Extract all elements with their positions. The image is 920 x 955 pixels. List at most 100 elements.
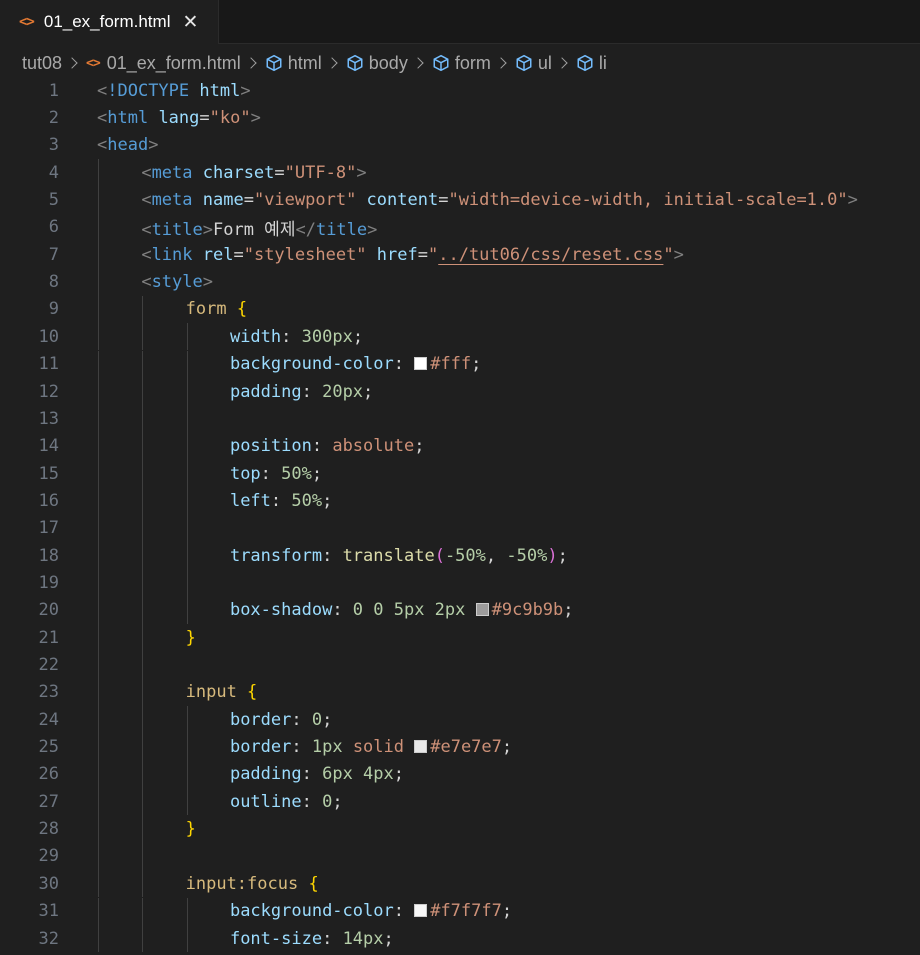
- color-swatch[interactable]: [414, 357, 428, 371]
- code-text: box-shadow: 0 0 5px 2px #9c9b9b;: [229, 600, 574, 621]
- code-line[interactable]: 32 font-size: 14px;: [0, 924, 920, 953]
- code-text: <style>: [141, 272, 213, 293]
- breadcrumb-label: ul: [537, 52, 552, 73]
- code-line[interactable]: 29: [0, 842, 920, 871]
- indent-guide: [98, 487, 99, 515]
- line-number: 9: [48, 299, 59, 320]
- indent-guide: [142, 569, 144, 597]
- indent-guide: [98, 432, 99, 460]
- indent-guide: [142, 405, 144, 433]
- indent-guide: [186, 541, 188, 570]
- line-number: 21: [38, 627, 59, 648]
- tab-bar: <> 01_ex_form.html ✕: [0, 0, 920, 44]
- element-cube-icon: [432, 54, 450, 72]
- code-text: top: 50%;: [229, 463, 323, 484]
- code-line[interactable]: 22: [0, 651, 920, 679]
- code-text: <link rel="stylesheet" href="../tut06/cs…: [141, 244, 684, 265]
- breadcrumb-item-form[interactable]: form: [432, 53, 491, 74]
- code-line[interactable]: 17: [0, 514, 920, 542]
- indent-guide: [98, 159, 99, 187]
- breadcrumb-item-tut08[interactable]: tut08: [22, 53, 62, 74]
- code-line[interactable]: 9 form {: [0, 295, 920, 324]
- chevron-right-icon: [412, 57, 424, 69]
- code-line[interactable]: 2 <html lang="ko">: [0, 104, 920, 131]
- line-number: 6: [48, 217, 59, 238]
- indent-guide: [186, 569, 188, 597]
- line-number: 2: [48, 108, 59, 129]
- breadcrumb-item-html[interactable]: html: [265, 53, 322, 74]
- indent-guide: [98, 295, 99, 324]
- code-line[interactable]: 27 outline: 0;: [0, 788, 920, 816]
- line-number: 8: [48, 272, 59, 293]
- code-line[interactable]: 15 top: 50%;: [0, 459, 920, 488]
- indent-guide: [142, 624, 144, 652]
- indent-guide: [142, 842, 144, 871]
- indent-guide: [98, 651, 99, 679]
- code-line[interactable]: 6 <title>Form 예제</title>: [0, 213, 920, 242]
- breadcrumb-item-li[interactable]: li: [576, 53, 607, 74]
- line-number: 26: [38, 764, 59, 785]
- code-line[interactable]: 5 <meta name="viewport" content="width=de…: [0, 186, 920, 214]
- indent-guide: [98, 760, 99, 789]
- code-editor[interactable]: 1 <!DOCTYPE html> 2 <html lang="ko"> 3 <head>…: [0, 77, 920, 955]
- indent-guide: [98, 541, 99, 570]
- code-line[interactable]: 7 <link rel="stylesheet" href="../tut06/c…: [0, 241, 920, 269]
- code-line[interactable]: 30 input:focus {: [0, 870, 920, 898]
- indent-guide: [186, 432, 188, 460]
- indent-guide: [98, 815, 99, 843]
- tab-label: 01_ex_form.html: [43, 12, 171, 31]
- indent-guide: [142, 788, 144, 816]
- code-text: <html lang="ko">: [97, 108, 261, 129]
- code-line[interactable]: 4 <meta charset="UTF-8">: [0, 159, 920, 187]
- code-line[interactable]: 25 border: 1px solid #e7e7e7;: [0, 733, 920, 761]
- color-swatch[interactable]: [475, 603, 489, 617]
- code-line[interactable]: 23 input {: [0, 678, 920, 707]
- breadcrumb-item-01-ex-form-html[interactable]: <> 01_ex_form.html: [86, 53, 241, 74]
- line-number: 1: [48, 80, 59, 101]
- line-number: 14: [38, 436, 59, 457]
- code-line[interactable]: 20 box-shadow: 0 0 5px 2px #9c9b9b;: [0, 596, 920, 624]
- code-line[interactable]: 10 width: 300px;: [0, 323, 920, 351]
- code-line[interactable]: 21}: [0, 624, 920, 652]
- code-line[interactable]: 8 <style>: [0, 268, 920, 296]
- breadcrumb: tut08 <> 01_ex_form.html html body form ul li: [22, 50, 607, 76]
- code-line[interactable]: 28}: [0, 815, 920, 843]
- code-line[interactable]: 13: [0, 405, 920, 433]
- code-text: }: [185, 819, 196, 840]
- indent-guide: [142, 760, 144, 789]
- code-line[interactable]: 16 left: 50%;: [0, 487, 920, 515]
- line-number: 23: [38, 682, 59, 703]
- code-line[interactable]: 3 <head>: [0, 132, 920, 159]
- close-icon[interactable]: ✕: [182, 13, 198, 32]
- code-line[interactable]: 24 border: 0;: [0, 706, 920, 734]
- chevron-right-icon: [495, 57, 507, 69]
- indent-guide: [98, 323, 99, 351]
- code-text: background-color: #f7f7f7;: [229, 901, 513, 922]
- breadcrumb-item-body[interactable]: body: [346, 53, 408, 74]
- color-swatch[interactable]: [414, 740, 428, 754]
- indent-guide: [98, 624, 99, 652]
- indent-guide: [142, 377, 144, 406]
- color-swatch[interactable]: [414, 904, 428, 918]
- code-line[interactable]: 31 background-color: #f7f7f7;: [0, 897, 920, 925]
- indent-guide: [98, 350, 99, 378]
- code-line[interactable]: 1 <!DOCTYPE html>: [0, 77, 920, 104]
- code-text: <meta name="viewport" content="width=dev…: [141, 190, 858, 211]
- code-line[interactable]: 11 background-color: #fff;: [0, 350, 920, 378]
- code-line[interactable]: 19: [0, 569, 920, 597]
- code-text: border: 0;: [229, 709, 333, 730]
- code-line[interactable]: 14 position: absolute;: [0, 432, 920, 460]
- code-text: <!DOCTYPE html>: [97, 80, 251, 101]
- line-number: 29: [38, 846, 59, 867]
- code-line[interactable]: 12 padding: 20px;: [0, 377, 920, 406]
- indent-guide: [142, 459, 144, 488]
- indent-guide: [142, 487, 144, 515]
- code-line[interactable]: 26 padding: 6px 4px;: [0, 760, 920, 789]
- code-line[interactable]: 18 transform: translate(-50%, -50%);: [0, 541, 920, 570]
- indent-guide: [186, 706, 188, 734]
- line-number: 27: [38, 791, 59, 812]
- code-text: input {: [185, 682, 258, 703]
- tab-01-ex-form-html[interactable]: <> 01_ex_form.html ✕: [0, 0, 219, 44]
- breadcrumb-item-ul[interactable]: ul: [515, 53, 552, 74]
- element-cube-icon: [346, 54, 364, 72]
